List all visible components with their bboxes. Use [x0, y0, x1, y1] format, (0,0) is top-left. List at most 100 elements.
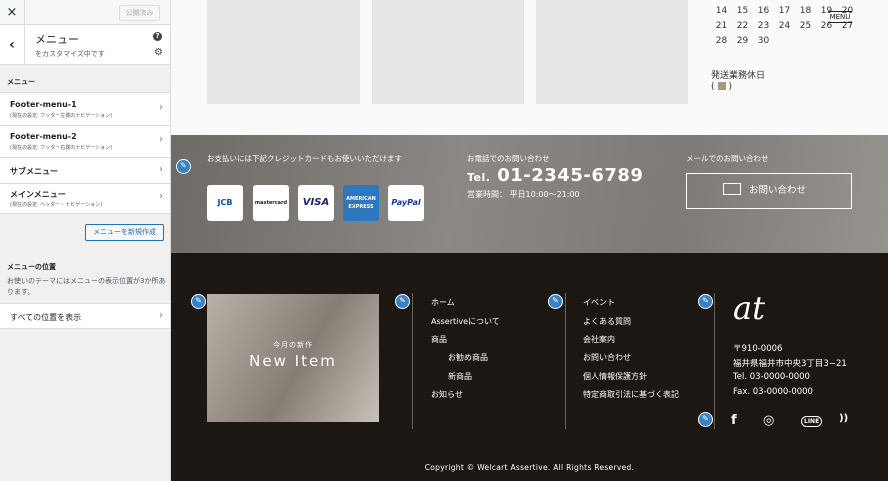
address: 福井県福井市中央3丁目3−21 [733, 359, 847, 369]
footer-link[interactable]: お問い合わせ [583, 352, 631, 363]
calendar-day: 30 [757, 36, 770, 46]
instagram-icon[interactable]: ◎ [763, 413, 774, 428]
visa-logo: VISA [298, 185, 334, 221]
view-all-locations-label: すべての位置を表示 [10, 313, 82, 322]
banner-title: New Item [249, 352, 337, 370]
footer-link[interactable]: 特定商取引法に基づく表記 [583, 389, 679, 400]
view-all-locations-button[interactable]: すべての位置を表示 › [0, 303, 170, 329]
section-header: ‹ メニュー をカスタマイズ中です ? ⚙ [0, 25, 170, 65]
site-preview: 14 15 16 17 18 19 20 21 22 23 24 25 26 2… [171, 0, 888, 481]
contact-section: ✎ お支払いには下記クレジットカードもお使いいただけます JCB masterc… [171, 135, 888, 253]
divider [412, 293, 413, 429]
menu-item-footer-1[interactable]: Footer-menu-1 (現在の設定: フッター左側のナビゲーション) › [0, 92, 170, 126]
calendar-day: 25 [799, 21, 812, 31]
envelope-icon [723, 183, 741, 195]
calendar-day: 23 [757, 21, 770, 31]
menu-item-main[interactable]: メインメニュー (現在の設定: ヘッダー・ナビゲーション) › [0, 184, 170, 214]
phone-number[interactable]: Tel. 01-2345-6789 [467, 165, 643, 186]
site-footer: ✎ 今月の新作 New Item ✎ ホーム Assertiveについて 商品 … [171, 253, 888, 481]
calendar-day: 15 [736, 6, 749, 16]
legend-paren: ( [711, 82, 715, 92]
menu-item-title: メインメニュー [10, 190, 66, 199]
help-icon[interactable]: ? [153, 32, 162, 41]
calendar-day: 22 [736, 21, 749, 31]
footer-tel: Tel. 03-0000-0000 [733, 372, 810, 382]
edit-pencil-icon[interactable]: ✎ [548, 294, 563, 309]
footer-link[interactable]: 商品 [431, 334, 447, 345]
menu-toggle-button[interactable]: MENU [828, 10, 852, 24]
footer-fax: Fax. 03-0000-0000 [733, 387, 813, 397]
calendar-day: 21 [715, 21, 728, 31]
menu-item-title: Footer-menu-2 [10, 132, 77, 141]
locations-heading: メニューの位置 [7, 263, 56, 271]
calendar-day: 17 [778, 6, 791, 16]
gear-icon[interactable]: ⚙ [154, 47, 163, 58]
menu-item-desc: (現在の設定: フッター左側のナビゲーション) [10, 113, 113, 119]
menu-item-footer-2[interactable]: Footer-menu-2 (現在の設定: フッター右側のナビゲーション) › [0, 126, 170, 158]
menu-item-desc: (現在の設定: ヘッダー・ナビゲーション) [10, 202, 103, 208]
footer-link[interactable]: 会社案内 [583, 334, 615, 345]
calendar-day: 18 [799, 6, 812, 16]
footer-link[interactable]: よくある質問 [583, 316, 631, 327]
line-icon[interactable]: LINE [801, 416, 823, 427]
product-card[interactable] [207, 0, 360, 104]
edit-pencil-icon[interactable]: ✎ [698, 294, 713, 309]
edit-pencil-icon[interactable]: ✎ [698, 412, 713, 427]
amex-logo: AMERICAN EXPRESS [343, 185, 379, 221]
footer-link[interactable]: お勧め商品 [448, 352, 488, 363]
edit-pencil-icon[interactable]: ✎ [191, 294, 206, 309]
product-card[interactable] [536, 0, 688, 104]
chevron-right-icon: › [159, 191, 163, 202]
menu-item-title: サブメニュー [10, 167, 58, 176]
menus-heading: メニュー [7, 78, 35, 86]
divider [714, 293, 715, 429]
contact-button[interactable]: お問い合わせ [686, 173, 852, 209]
mastercard-logo: mastercard [253, 185, 289, 221]
footer-link[interactable]: お知らせ [431, 389, 463, 400]
product-card[interactable] [372, 0, 524, 104]
menu-toggle-label: MENU [829, 13, 851, 21]
copyright: Copyright © Welcart Assertive. All Right… [424, 463, 635, 472]
paypal-logo: PayPal [388, 185, 424, 221]
calendar-day: 24 [778, 21, 791, 31]
menu-item-submenu[interactable]: サブメニュー › [0, 158, 170, 184]
content-top: 14 15 16 17 18 19 20 21 22 23 24 25 26 2… [171, 0, 888, 135]
phone-prefix: Tel. [467, 171, 491, 184]
mail-label: メールでのお問い合わせ [686, 154, 769, 163]
calendar-day: 29 [736, 36, 749, 46]
footer-link[interactable]: 新商品 [448, 371, 472, 382]
customizer-panel: × 公開済み ‹ メニュー をカスタマイズ中です ? ⚙ メニュー Footer… [0, 0, 171, 481]
edit-pencil-icon[interactable]: ✎ [176, 159, 191, 174]
calendar-day: 16 [757, 6, 770, 16]
footer-link[interactable]: 個人情報保護方針 [583, 371, 647, 382]
holiday-swatch [717, 82, 726, 90]
footer-link[interactable]: Assertiveについて [431, 316, 500, 327]
edit-pencil-icon[interactable]: ✎ [395, 294, 410, 309]
publish-button[interactable]: 公開済み [119, 5, 160, 21]
back-icon[interactable]: ‹ [0, 25, 25, 65]
footer-logo: at [733, 289, 765, 327]
chevron-right-icon: › [159, 134, 163, 145]
jcb-logo: JCB [207, 185, 243, 221]
payment-label: お支払いには下記クレジットカードもお使いいただけます [207, 154, 402, 163]
close-icon[interactable]: × [0, 0, 25, 25]
holiday-label: 発送業務休日 [711, 71, 766, 81]
footer-link[interactable]: イベント [583, 297, 615, 308]
phone-hours: 営業時間： 平日10:00～21:00 [467, 190, 580, 199]
calendar-day: 28 [715, 36, 728, 46]
customizer-header: × 公開済み [0, 0, 170, 25]
banner-subtitle: 今月の新作 [273, 341, 313, 349]
calendar-day: 14 [715, 6, 728, 16]
chevron-right-icon: › [159, 310, 163, 321]
chevron-right-icon: › [159, 164, 163, 175]
footer-link[interactable]: ホーム [431, 297, 455, 308]
section-title: メニュー [35, 33, 79, 46]
rss-icon[interactable]: )) [839, 413, 848, 424]
phone-label: お電話でのお問い合わせ [467, 154, 550, 163]
add-menu-button[interactable]: メニューを新規作成 [85, 224, 164, 241]
new-item-banner[interactable]: 今月の新作 New Item [207, 294, 379, 422]
menu-item-desc: (現在の設定: フッター右側のナビゲーション) [10, 145, 113, 151]
holiday-legend: () [711, 82, 732, 92]
menu-item-title: Footer-menu-1 [10, 100, 77, 109]
facebook-icon[interactable]: f [731, 413, 737, 428]
